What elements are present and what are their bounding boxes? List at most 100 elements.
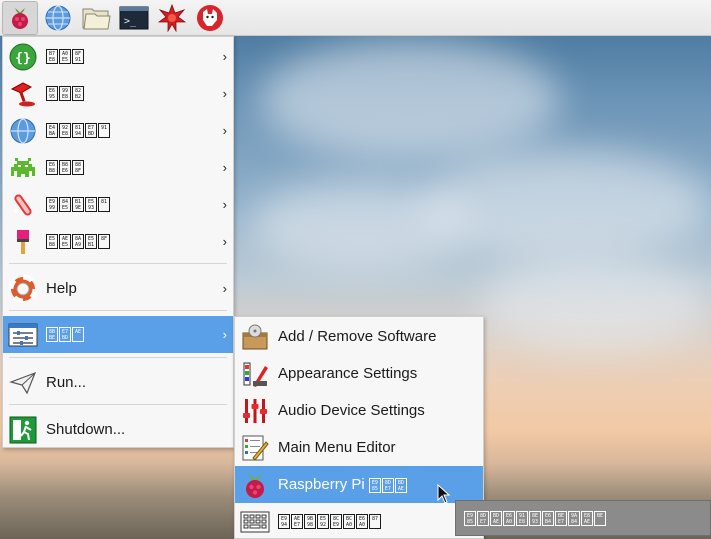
glyph-box: 8F 91	[72, 49, 84, 64]
terminal-launcher[interactable]: >_	[116, 1, 152, 35]
chevron-right-icon: ›	[222, 327, 227, 342]
glyph-box: E9 99	[46, 197, 58, 212]
appearance-icon	[240, 359, 270, 389]
chevron-right-icon: ›	[222, 197, 227, 212]
submenu-item-add-remove-software[interactable]: Add / Remove Software	[235, 318, 483, 355]
menu-item-internet[interactable]: E4 BA 92 E8 81 94 E7 BD 91 ›	[3, 112, 233, 149]
menu-item-games[interactable]: E6 B8 B8 E6 88 8F ›	[3, 149, 233, 186]
chevron-right-icon: ›	[222, 123, 227, 138]
glyph-box: 8F	[98, 234, 110, 249]
glyph-box: BD AE	[490, 510, 502, 526]
glyph-box: B7 E8	[46, 49, 58, 64]
help-icon	[8, 274, 38, 304]
glyph-box: AE E5	[59, 234, 71, 249]
education-icon	[8, 79, 38, 109]
glyph-box: E9 85	[464, 510, 476, 526]
svg-text:{}: {}	[15, 51, 31, 66]
menu-item-label: E6 B8 B8 E6 88 8F	[46, 160, 84, 175]
menu-item-education[interactable]: E6 95 99 E8 82 B2 ›	[3, 75, 233, 112]
chevron-right-icon: ›	[222, 160, 227, 175]
glyph-box: E6 A0	[503, 510, 515, 526]
taskbar: >_	[0, 0, 711, 36]
glyph-box: E6 A0	[356, 514, 368, 529]
glyph-box: E5 B8	[46, 234, 58, 249]
raspberry-icon	[240, 470, 270, 500]
glyph-box: E8 AE	[581, 510, 593, 526]
glyph-box: AE E7	[291, 514, 303, 529]
wolfram-icon	[197, 4, 223, 31]
audio-mixer-icon	[240, 396, 270, 426]
menu-item-run[interactable]: Run...	[3, 364, 233, 401]
preferences-submenu: Add / Remove Software Appearance Setting…	[234, 316, 484, 539]
wolfram-launcher[interactable]	[192, 1, 228, 35]
preferences-icon	[8, 320, 38, 350]
glyph-box: 82 B2	[72, 86, 84, 101]
menu-separator	[9, 357, 227, 358]
glyph-box: 8D E7	[381, 477, 394, 493]
menu-item-label: Run...	[46, 374, 87, 391]
glyph-box: BE	[594, 510, 606, 526]
menu-item-shutdown[interactable]: Shutdown...	[3, 411, 233, 448]
mathematica-launcher[interactable]	[154, 1, 190, 35]
glyph-box: E7 BD	[85, 123, 97, 138]
glyph-box: BD AE	[394, 477, 407, 493]
shutdown-icon	[8, 415, 38, 445]
glyph-box: 88 8F	[72, 160, 84, 175]
web-browser-launcher[interactable]	[40, 1, 76, 35]
menu-item-label: Help	[46, 280, 77, 297]
mouse-cursor-icon	[437, 484, 451, 504]
submenu-item-main-menu-editor[interactable]: Main Menu Editor	[235, 429, 483, 466]
tooltip-text: E9 85 8D E7 BD AE E6 A0 91 E8 8E 93 E6 B4 BE E7 9A 84 E8 AE…	[464, 510, 606, 526]
glyph-box: 99 E8	[59, 86, 71, 101]
svg-text:>_: >_	[124, 16, 137, 27]
raspberry-pi-text: Raspberry Pi	[278, 476, 369, 493]
menu-item-label: E9 94 AE E7 9B 98 E5 92 8C E9 BC A0 E6 A0 87	[278, 514, 381, 529]
menu-item-universal-access[interactable]: E5 B8 AE E5 8A A9 E5 B1 8F ›	[3, 223, 233, 260]
glyph-box: 8A A9	[72, 234, 84, 249]
terminal-icon: >_	[119, 6, 149, 29]
menu-item-label: B7 E8 A0 E5 8F 91	[46, 49, 84, 64]
programming-icon: {}	[8, 42, 38, 72]
glyph-box: E5 92	[317, 514, 329, 529]
chevron-right-icon: ›	[222, 86, 227, 101]
glyph-box: BC A0	[343, 514, 355, 529]
games-icon	[8, 153, 38, 183]
menu-separator	[9, 263, 227, 264]
glyph-box: BE E7	[555, 510, 567, 526]
glyph-box: 81 94	[72, 123, 84, 138]
submenu-item-keyboard-mouse[interactable]: E9 94 AE E7 9B 98 E5 92 8C E9 BC A0 E6 A0 87	[235, 503, 483, 539]
menu-item-label: Add / Remove Software	[278, 328, 437, 345]
menu-item-accessories[interactable]: E9 99 84 E5 B1 9E E5 93 81 ›	[3, 186, 233, 223]
web-browser-icon	[45, 4, 71, 31]
menu-item-label: 8B BE E7 BD AE	[46, 327, 84, 342]
applications-menu: {} B7 E8 A0 E5 8F 91 › E6 95 99 E8 82 B2 › E4 BA 92 E…	[2, 36, 234, 448]
glyph-box: 91 E8	[516, 510, 528, 526]
menu-separator	[9, 310, 227, 311]
menu-item-label: E4 BA 92 E8 81 94 E7 BD 91	[46, 123, 110, 138]
applications-menu-button[interactable]	[2, 0, 38, 35]
glyph-box: 92 E8	[59, 123, 71, 138]
keyboard-icon	[240, 507, 270, 537]
submenu-item-appearance-settings[interactable]: Appearance Settings	[235, 355, 483, 392]
submenu-item-audio-device-settings[interactable]: Audio Device Settings	[235, 392, 483, 429]
glyph-box: 8B BE	[46, 327, 58, 342]
glyph-box: E4 BA	[46, 123, 58, 138]
glyph-box: E6 B4	[542, 510, 554, 526]
glyph-box: 9A 84	[568, 510, 580, 526]
file-manager-launcher[interactable]	[78, 1, 114, 35]
glyph-box: 9B 98	[304, 514, 316, 529]
glyph-box: AE	[72, 327, 84, 342]
glyph-box: E9 85	[368, 477, 381, 493]
menu-item-label: Audio Device Settings	[278, 402, 425, 419]
menu-item-preferences[interactable]: 8B BE E7 BD AE ›	[3, 316, 233, 353]
chevron-right-icon: ›	[222, 234, 227, 249]
raspberry-pi-config-glyphs: E9 85 8D E7 BD AE	[368, 477, 407, 493]
glyph-box: 87	[369, 514, 381, 529]
menu-item-label: E5 B8 AE E5 8A A9 E5 B1 8F	[46, 234, 110, 249]
menu-item-programming[interactable]: {} B7 E8 A0 E5 8F 91 ›	[3, 38, 233, 75]
menu-item-label: E9 99 84 E5 B1 9E E5 93 81	[46, 197, 110, 212]
menu-item-help[interactable]: Help ›	[3, 270, 233, 307]
menu-item-label: Raspberry Pi E9 85 8D E7 BD AE	[278, 476, 407, 493]
chevron-right-icon: ›	[222, 281, 227, 296]
raspberry-menu-icon	[12, 7, 28, 29]
